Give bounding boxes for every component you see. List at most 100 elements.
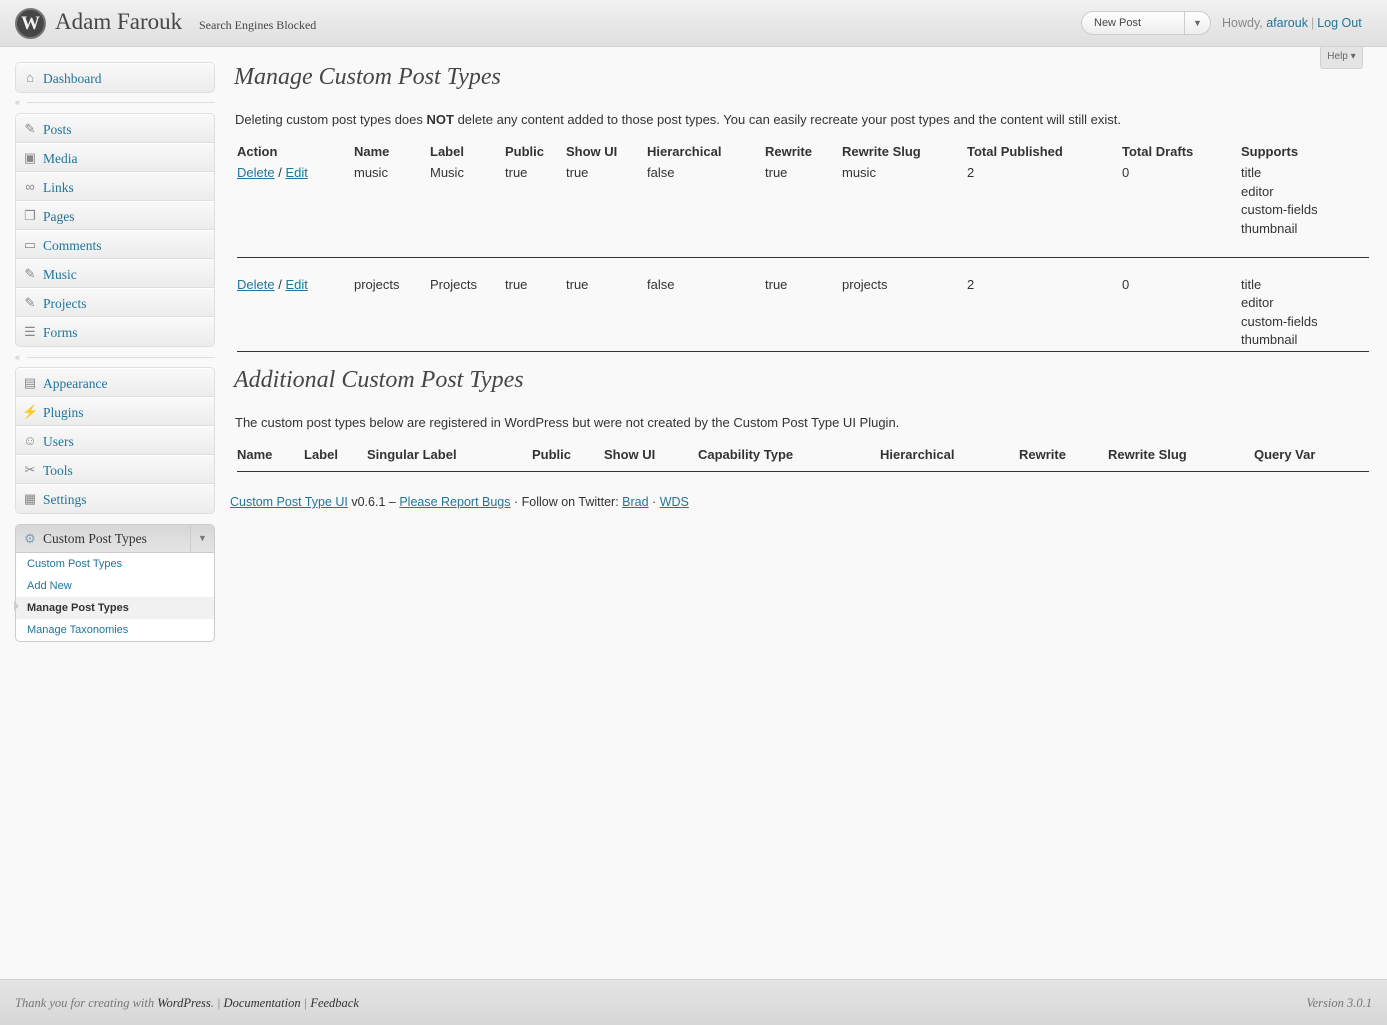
username-link[interactable]: afarouk — [1266, 16, 1308, 30]
menu-label: Forms — [43, 325, 78, 340]
submenu-custom-post-types[interactable]: Custom Post Types — [16, 553, 214, 575]
favorite-action-label[interactable]: New Post — [1094, 17, 1141, 29]
wordpress-link[interactable]: WordPress — [157, 996, 210, 1010]
submenu-manage-taxonomies[interactable]: Manage Taxonomies — [16, 619, 214, 641]
help-tab[interactable]: Help ▾ — [1320, 47, 1363, 69]
edit-link[interactable]: Edit — [285, 165, 307, 180]
menu-item-posts[interactable]: ✎ Posts — [16, 114, 214, 143]
table-cell: false — [647, 257, 765, 352]
menu-label: Users — [43, 434, 74, 449]
menu-label: Music — [43, 267, 77, 282]
table-header-row: Action Name Label Public Show UI Hierarc… — [237, 144, 1369, 164]
twitter-brad-link[interactable]: Brad — [622, 495, 648, 509]
menu-label: Settings — [43, 492, 87, 507]
menu-label: Media — [43, 151, 78, 166]
form-icon: ☰ — [24, 324, 36, 339]
table-cell: Projects — [430, 257, 505, 352]
table-divider — [237, 471, 1369, 472]
column-header: Show UI — [604, 447, 656, 462]
action-separator: / — [278, 276, 282, 292]
menu-custom-post-types: ⚙ Custom Post Types ▼ Custom Post Types … — [15, 524, 215, 642]
chevron-down-icon[interactable]: ▼ — [190, 525, 214, 552]
help-label: Help — [1327, 51, 1348, 62]
menu-item-comments[interactable]: ▭ Comments — [16, 230, 214, 259]
menu-label: Projects — [43, 296, 87, 311]
table-cell: 0 — [1122, 164, 1241, 258]
page-title: Manage Custom Post Types — [234, 64, 501, 90]
menu-item-appearance[interactable]: ▤ Appearance — [16, 368, 214, 397]
menu-label: Links — [43, 180, 74, 195]
menu-label: Pages — [43, 209, 75, 224]
menu-label: Tools — [43, 463, 73, 478]
report-bugs-link[interactable]: Please Report Bugs — [399, 495, 510, 509]
menu-item-dashboard[interactable]: ⌂ Dashboard — [16, 63, 214, 92]
delete-link[interactable]: Delete — [237, 277, 275, 292]
menu-item-projects[interactable]: ✎ Projects — [16, 288, 214, 317]
table-cell: music — [354, 164, 430, 258]
menu-item-tools[interactable]: ✂ Tools — [16, 455, 214, 484]
menu-separator[interactable]: « — [15, 97, 215, 108]
column-header: Label — [304, 447, 338, 462]
favorite-actions-dropdown[interactable]: New Post ▼ — [1081, 11, 1211, 35]
custom-post-types-table: Action Name Label Public Show UI Hierarc… — [237, 144, 1369, 352]
support-item: custom-fields — [1241, 313, 1318, 329]
wordpress-logo-icon[interactable]: W — [15, 8, 46, 39]
table-header-row: Name Label Singular Label Public Show UI… — [237, 447, 1369, 471]
column-header: Rewrite — [1019, 447, 1066, 462]
admin-footer: Thank you for creating with WordPress. |… — [0, 979, 1387, 1025]
pages-icon: ❐ — [24, 208, 36, 223]
plugin-link[interactable]: Custom Post Type UI — [230, 495, 348, 509]
collapse-arrow-icon[interactable]: « — [15, 97, 20, 107]
table-cell: projects — [842, 257, 967, 352]
site-title[interactable]: Adam Farouk — [55, 9, 182, 35]
menu-item-pages[interactable]: ❐ Pages — [16, 201, 214, 230]
follow-text: · Follow on Twitter: — [514, 495, 619, 509]
support-item: thumbnail — [1241, 220, 1298, 236]
menu-item-plugins[interactable]: ⚡ Plugins — [16, 397, 214, 426]
table-cell: projects — [354, 257, 430, 352]
logout-link[interactable]: Log Out — [1317, 16, 1361, 30]
table-row: Delete / Edit projects Projects true tru… — [237, 257, 1369, 352]
table-cell: music — [842, 164, 967, 258]
submenu-add-new[interactable]: Add New — [16, 575, 214, 597]
submenu-manage-post-types[interactable]: Manage Post Types — [16, 597, 214, 619]
column-header: Name — [354, 144, 390, 159]
collapse-arrow-icon[interactable]: « — [15, 352, 20, 362]
column-header: Public — [505, 144, 545, 159]
twitter-wds-link[interactable]: WDS — [660, 495, 689, 509]
menu-item-settings[interactable]: ▦ Settings — [16, 484, 214, 513]
support-item: editor — [1241, 295, 1274, 310]
support-item: editor — [1241, 183, 1274, 199]
menu-item-links[interactable]: ∞ Links — [16, 172, 214, 201]
menu-item-users[interactable]: ☺ Users — [16, 426, 214, 455]
description-text: Deleting custom post types does — [235, 112, 427, 127]
action-cell: Delete / Edit — [237, 164, 354, 258]
current-menu-arrow-icon — [14, 601, 19, 611]
search-engines-blocked-notice[interactable]: Search Engines Blocked — [199, 18, 316, 33]
column-header: Action — [237, 144, 278, 159]
feedback-link[interactable]: Feedback — [310, 996, 359, 1010]
menu-label: Comments — [43, 238, 102, 253]
column-header: Rewrite — [765, 144, 812, 159]
menu-item-custom-post-types[interactable]: ⚙ Custom Post Types ▼ — [16, 525, 214, 553]
delete-link[interactable]: Delete — [237, 165, 275, 180]
chevron-down-icon[interactable]: ▼ — [1184, 12, 1210, 34]
menu-item-forms[interactable]: ☰ Forms — [16, 317, 214, 346]
thanks-text: Thank you for creating with — [15, 996, 155, 1010]
additional-description: The custom post types below are register… — [235, 415, 900, 430]
user-info: Howdy, afarouk | Log Out — [1222, 16, 1362, 30]
description-text: delete any content added to those post t… — [453, 112, 1121, 127]
menu-item-media[interactable]: ▣ Media — [16, 143, 214, 172]
action-separator: / — [278, 165, 282, 180]
table-cell: Music — [430, 164, 505, 258]
documentation-link[interactable]: Documentation — [224, 996, 301, 1010]
action-cell: Delete / Edit — [237, 257, 354, 352]
table-cell: 0 — [1122, 257, 1241, 352]
support-item: title — [1241, 165, 1262, 180]
column-header: Singular Label — [367, 447, 457, 462]
edit-link[interactable]: Edit — [285, 277, 307, 292]
column-header: Public — [532, 447, 572, 462]
menu-group-content: ✎ Posts ▣ Media ∞ Links ❐ Pages ▭ Comments ✎ M… — [15, 113, 215, 347]
menu-separator[interactable]: « — [15, 352, 215, 363]
menu-item-music[interactable]: ✎ Music — [16, 259, 214, 288]
